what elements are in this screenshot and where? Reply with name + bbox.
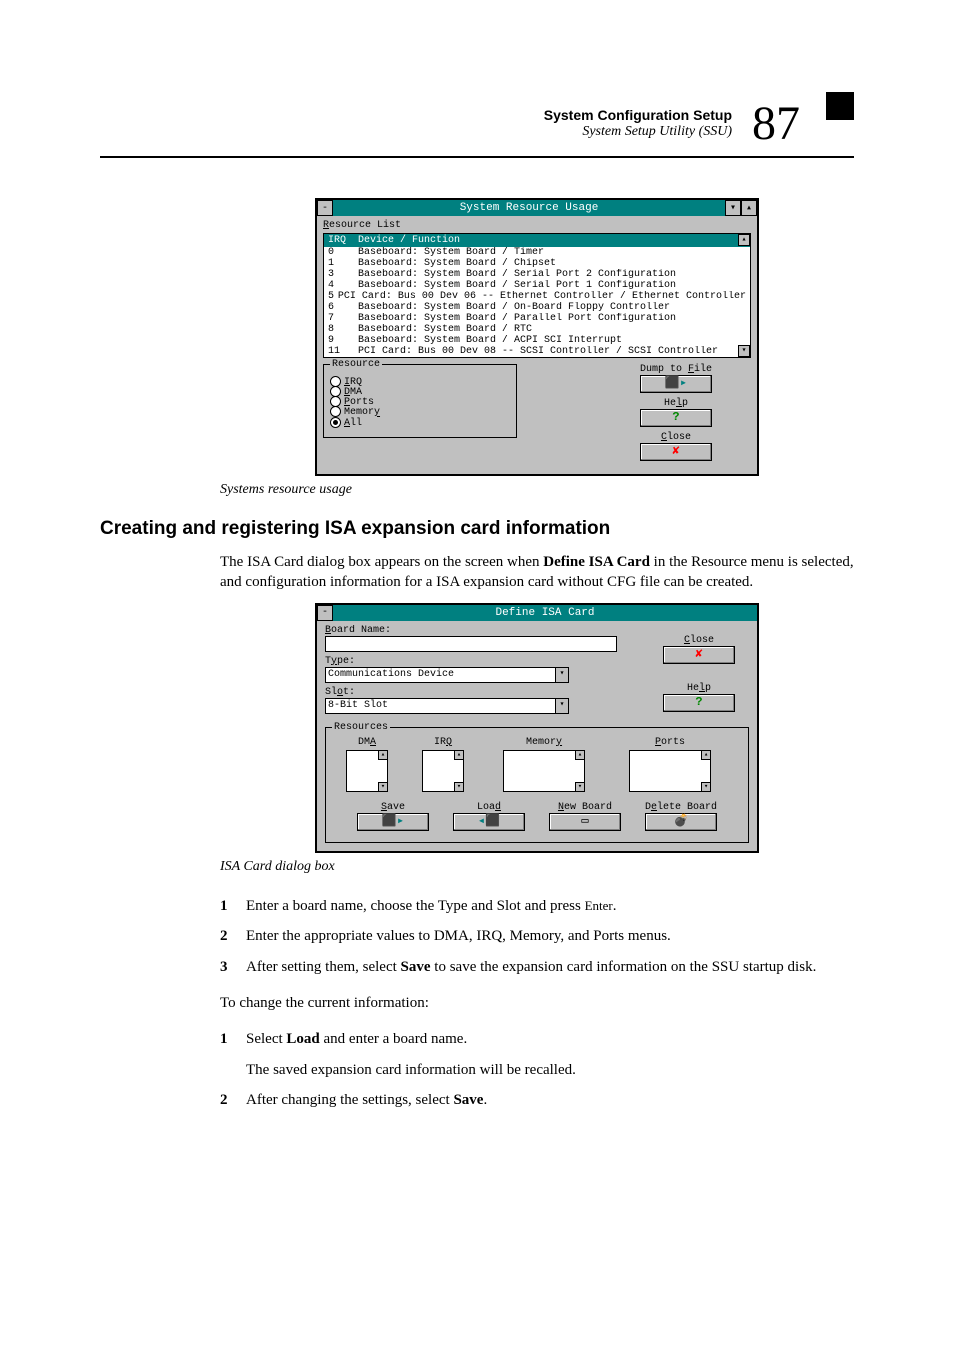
close-button[interactable]: ✘ — [663, 646, 735, 664]
figure-caption-2: ISA Card dialog box — [220, 859, 854, 875]
section-heading: Creating and registering ISA expansion c… — [100, 518, 854, 540]
radio-all[interactable]: All — [330, 417, 510, 429]
type-dropdown[interactable]: Communications Device▾ — [325, 667, 569, 683]
list-item[interactable]: 7Baseboard: System Board / Parallel Port… — [324, 313, 750, 324]
define-isa-card-dialog: - Define ISA Card Board Name: Type: Comm… — [315, 603, 759, 853]
save-label: Save — [348, 802, 438, 813]
help-button[interactable]: ? — [663, 694, 735, 712]
header-subtitle: System Setup Utility (SSU) — [544, 124, 732, 141]
dma-listbox[interactable]: ▴▾ — [346, 750, 388, 792]
dump-to-file-label: Dump to File — [601, 364, 751, 375]
dialog-title: System Resource Usage — [333, 202, 725, 214]
list-item[interactable]: 4Baseboard: System Board / Serial Port 1… — [324, 280, 750, 291]
scroll-up-icon[interactable]: ▴ — [738, 234, 750, 246]
list-item[interactable]: 5PCI Card: Bus 00 Dev 06 -- Ethernet Con… — [324, 291, 750, 302]
scroll-down-icon[interactable]: ▾ — [575, 782, 585, 792]
body-paragraph: To change the current information: — [220, 993, 854, 1013]
load-label: Load — [444, 802, 534, 813]
col-irq-header: IRQ — [328, 235, 358, 246]
memory-listbox[interactable]: ▴▾ — [503, 750, 585, 792]
maximize-icon[interactable]: ▴ — [741, 200, 757, 216]
dialog-title: Define ISA Card — [333, 607, 757, 619]
help-button[interactable]: ? — [640, 409, 712, 427]
slot-dropdown[interactable]: 8-Bit Slot▾ — [325, 698, 569, 714]
help-label: Help — [601, 398, 751, 409]
page-header: System Configuration Setup System Setup … — [100, 100, 854, 158]
ports-listbox[interactable]: ▴▾ — [629, 750, 711, 792]
steps-list: Enter a board name, choose the Type and … — [220, 895, 854, 979]
resources-group: Resources DMA ▴▾ IRQ ▴▾ Memory ▴▾ — [325, 727, 749, 843]
step-item: Enter a board name, choose the Type and … — [220, 895, 854, 918]
list-item[interactable]: 8Baseboard: System Board / RTC — [324, 324, 750, 335]
scroll-up-icon[interactable]: ▴ — [575, 750, 585, 760]
step-item: Select Load and enter a board name. The … — [220, 1028, 854, 1081]
board-name-label: Board Name: — [325, 625, 625, 636]
chevron-down-icon[interactable]: ▾ — [555, 699, 568, 713]
resource-legend: Resource — [330, 359, 382, 370]
save-button[interactable]: ⬛▸ — [357, 813, 429, 831]
step-item: Enter the appropriate values to DMA, IRQ… — [220, 925, 854, 948]
list-item[interactable]: 11PCI Card: Bus 00 Dev 08 -- SCSI Contro… — [324, 346, 750, 357]
new-board-label: New Board — [540, 802, 630, 813]
resource-group: Resource IRQ DMA Ports Memory All — [323, 364, 517, 438]
scroll-up-icon[interactable]: ▴ — [378, 750, 388, 760]
type-label: Type: — [325, 656, 625, 667]
dma-column: DMA ▴▾ — [332, 737, 402, 794]
resource-list-label: Resource List — [323, 220, 751, 231]
new-board-button[interactable]: ▭ — [549, 813, 621, 831]
figure-caption-1: Systems resource usage — [220, 482, 854, 498]
resources-legend: Resources — [332, 722, 390, 733]
header-title: System Configuration Setup — [544, 107, 732, 124]
slot-label: Slot: — [325, 687, 625, 698]
system-menu-icon[interactable]: - — [317, 605, 333, 621]
list-item[interactable]: 9Baseboard: System Board / ACPI SCI Inte… — [324, 335, 750, 346]
step-item: After changing the settings, select Save… — [220, 1089, 854, 1112]
scroll-down-icon[interactable]: ▾ — [738, 345, 750, 357]
step-note: The saved expansion card information wil… — [246, 1059, 854, 1082]
delete-board-label: Delete Board — [636, 802, 726, 813]
memory-column: Memory ▴▾ — [484, 737, 604, 794]
minimize-icon[interactable]: ▾ — [725, 200, 741, 216]
system-menu-icon[interactable]: - — [317, 200, 333, 216]
close-label: Close — [649, 635, 749, 646]
list-item[interactable]: 3Baseboard: System Board / Serial Port 2… — [324, 269, 750, 280]
scroll-up-icon[interactable]: ▴ — [454, 750, 464, 760]
resource-listbox[interactable]: ▴ ▾ IRQ Device / Function 0Baseboard: Sy… — [323, 233, 751, 358]
help-label: Help — [649, 683, 749, 694]
close-label: Close — [601, 432, 751, 443]
decorative-square — [826, 92, 854, 120]
chevron-down-icon[interactable]: ▾ — [555, 668, 568, 682]
scroll-down-icon[interactable]: ▾ — [454, 782, 464, 792]
page-number: 87 — [752, 100, 800, 148]
irq-listbox[interactable]: ▴▾ — [422, 750, 464, 792]
scroll-up-icon[interactable]: ▴ — [701, 750, 711, 760]
close-button[interactable]: ✘ — [640, 443, 712, 461]
dump-to-file-button[interactable]: ⬛▸ — [640, 375, 712, 393]
ports-column: Ports ▴▾ — [610, 737, 730, 794]
list-item[interactable]: 1Baseboard: System Board / Chipset — [324, 258, 750, 269]
scroll-down-icon[interactable]: ▾ — [378, 782, 388, 792]
list-item[interactable]: 6Baseboard: System Board / On-Board Flop… — [324, 302, 750, 313]
list-item[interactable]: 0Baseboard: System Board / Timer — [324, 247, 750, 258]
titlebar: - System Resource Usage ▾ ▴ — [317, 200, 757, 216]
col-device-header: Device / Function — [358, 235, 746, 246]
listbox-header: IRQ Device / Function — [324, 234, 750, 247]
step-item: After setting them, select Save to save … — [220, 956, 854, 979]
body-paragraph: The ISA Card dialog box appears on the s… — [220, 552, 854, 593]
board-name-input[interactable] — [325, 636, 617, 652]
irq-column: IRQ ▴▾ — [408, 737, 478, 794]
load-button[interactable]: ◂⬛ — [453, 813, 525, 831]
scroll-down-icon[interactable]: ▾ — [701, 782, 711, 792]
delete-board-button[interactable]: 💣 — [645, 813, 717, 831]
system-resource-usage-dialog: - System Resource Usage ▾ ▴ Resource Lis… — [315, 198, 759, 476]
change-steps-list: Select Load and enter a board name. The … — [220, 1028, 854, 1112]
titlebar: - Define ISA Card — [317, 605, 757, 621]
